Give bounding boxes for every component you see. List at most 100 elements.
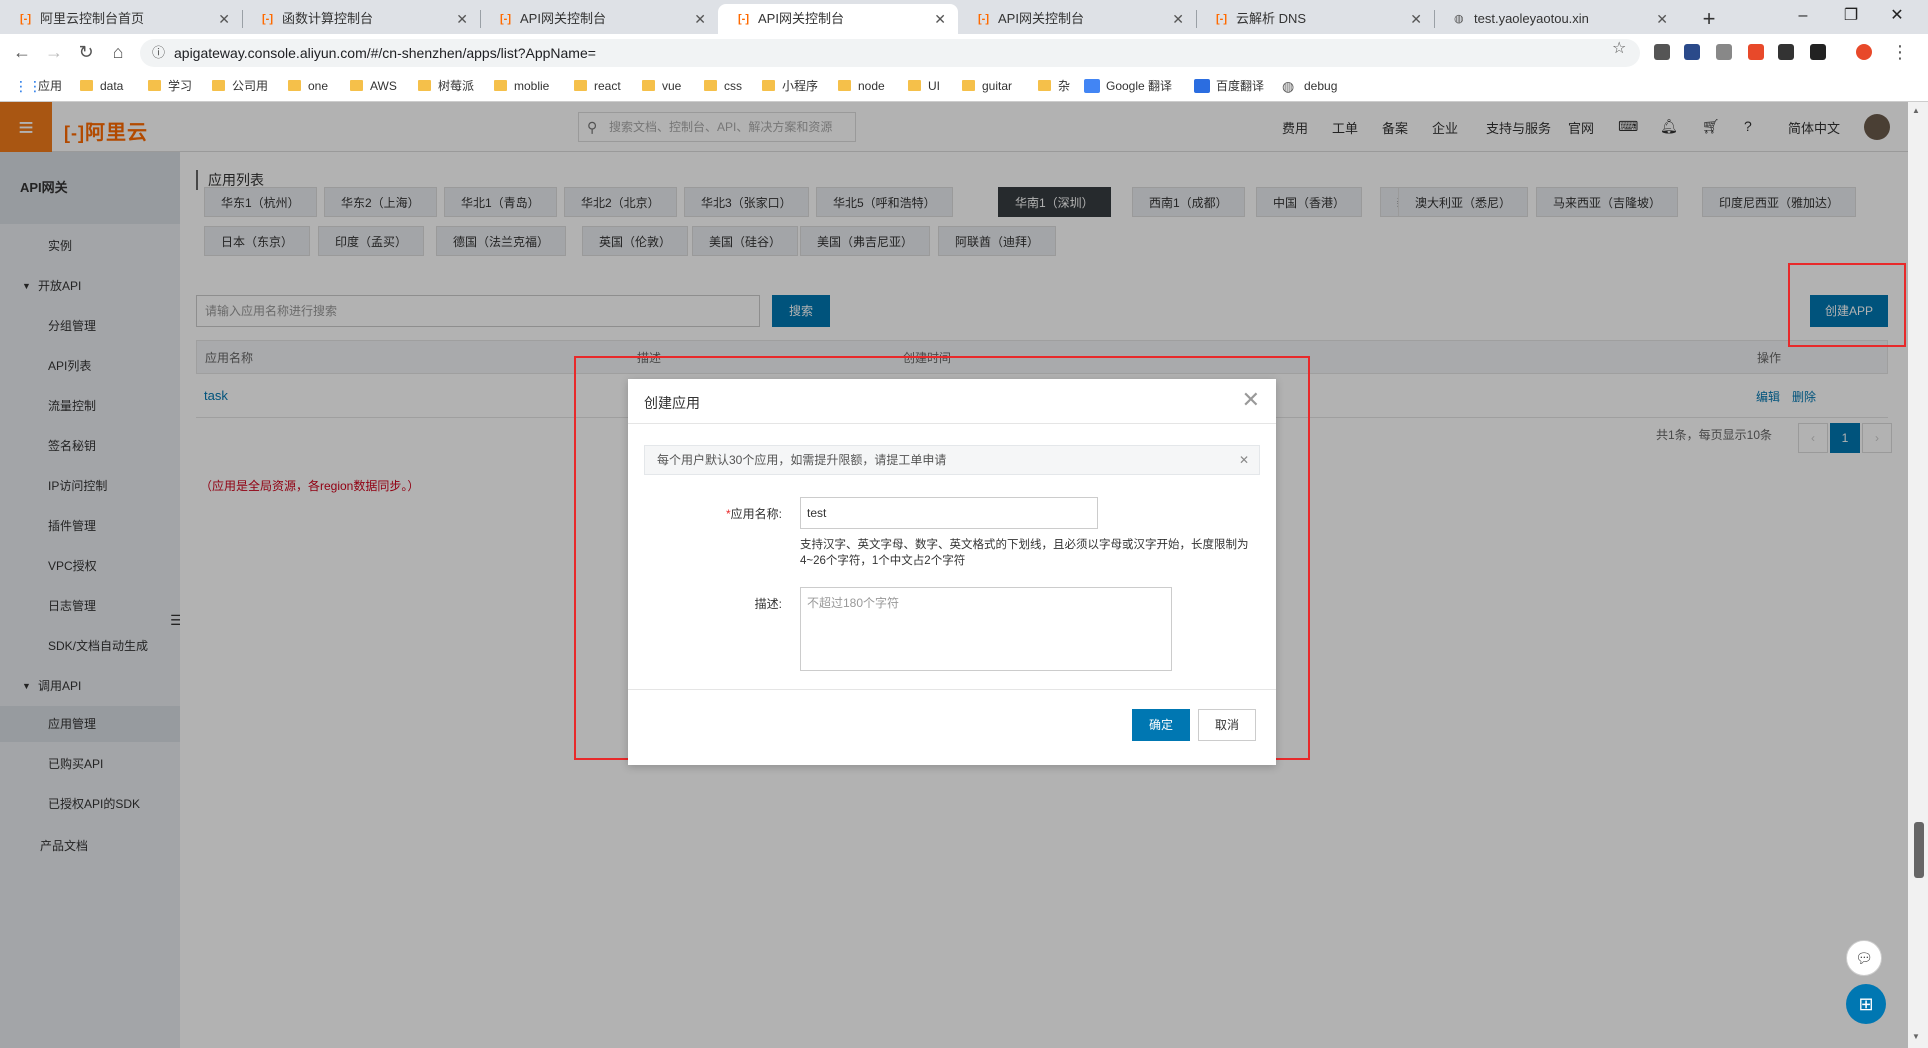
tab-api-gateway-3[interactable]: [-] API网关控制台 ✕ (958, 4, 1196, 34)
profile-icon[interactable] (1856, 44, 1872, 60)
address-bar: ← → ↻ ⌂ ⓘ apigateway.console.aliyun.com/#… (0, 34, 1928, 70)
folder-icon (418, 80, 431, 91)
folder-icon (80, 80, 93, 91)
divider (628, 689, 1276, 690)
folder-icon (288, 80, 301, 91)
restore-icon[interactable]: ❐ (1828, 2, 1874, 30)
close-icon[interactable]: ✕ (1656, 4, 1668, 34)
close-icon[interactable]: ✕ (218, 4, 230, 34)
folder-icon (704, 80, 717, 91)
extension-icon[interactable] (1716, 44, 1732, 60)
bookmark-folder[interactable]: 公司用 (212, 77, 268, 95)
bookmark-folder[interactable]: 杂 (1038, 77, 1070, 95)
bookmark-folder[interactable]: one (288, 77, 328, 95)
bookmark-apps[interactable]: ⋮⋮ 应用 (14, 77, 62, 95)
close-icon[interactable]: ✕ (934, 4, 946, 34)
extension-icon[interactable] (1778, 44, 1794, 60)
scroll-thumb[interactable] (1914, 822, 1924, 878)
window-close-icon[interactable]: ✕ (1874, 2, 1920, 30)
bookmark-baidu-translate[interactable]: 百度翻译 (1194, 77, 1264, 95)
new-tab-button[interactable]: + (1694, 4, 1724, 34)
aliyun-icon: [-] (1216, 13, 1227, 25)
confirm-button[interactable]: 确定 (1132, 709, 1190, 741)
close-icon[interactable]: ✕ (1242, 387, 1260, 413)
dialog-title: 创建应用 (644, 395, 700, 411)
app-name-hint: 支持汉字、英文字母、数字、英文格式的下划线，且必须以字母或汉字开始，长度限制为4… (800, 539, 1249, 567)
bookmark-folder[interactable]: moblie (494, 77, 549, 95)
bookmark-folder[interactable]: AWS (350, 77, 397, 95)
bookmark-google-translate[interactable]: Google 翻译 (1084, 77, 1172, 95)
folder-icon (762, 80, 775, 91)
alert-close-icon[interactable]: ✕ (1239, 446, 1249, 474)
extension-icon[interactable] (1748, 44, 1764, 60)
app-name-label: *应用名称: (725, 507, 782, 521)
folder-icon (1038, 80, 1051, 91)
bookmark-folder[interactable]: react (574, 77, 621, 95)
home-icon[interactable]: ⌂ (106, 40, 130, 64)
tab-function-compute[interactable]: [-] 函数计算控制台 ✕ (242, 4, 480, 34)
app-name-input[interactable]: test (800, 497, 1098, 529)
scroll-down-icon[interactable]: ▼ (1912, 1032, 1920, 1041)
aliyun-icon: [-] (738, 13, 749, 25)
google-translate-icon (1084, 79, 1100, 93)
bookmark-star-icon[interactable]: ☆ (1612, 38, 1626, 58)
tab-test-site[interactable]: ◍ test.yaoleyaotou.xin ✕ (1434, 4, 1680, 34)
baidu-translate-icon (1194, 79, 1210, 93)
bookmark-folder[interactable]: data (80, 77, 123, 95)
bookmark-folder[interactable]: guitar (962, 77, 1012, 95)
globe-icon: ◍ (1282, 78, 1295, 94)
back-icon[interactable]: ← (10, 40, 34, 64)
folder-icon (962, 80, 975, 91)
bookmarks-bar: ⋮⋮ 应用 data 学习 公司用 one AWS 树莓派 moblie reac… (0, 70, 1928, 102)
create-app-dialog: 创建应用 ✕ 每个用户默认30个应用，如需提升限额，请提工单申请 ✕ *应用名称:… (628, 379, 1276, 765)
tab-aliyun-home[interactable]: [-] 阿里云控制台首页 ✕ (0, 4, 242, 34)
chat-icon[interactable]: 💬︎ (1846, 940, 1882, 976)
tab-dns[interactable]: [-] 云解析 DNS ✕ (1196, 4, 1434, 34)
folder-icon (350, 80, 363, 91)
quota-alert: 每个用户默认30个应用，如需提升限额，请提工单申请 ✕ (644, 445, 1260, 475)
bookmark-folder[interactable]: 小程序 (762, 77, 818, 95)
folder-icon (642, 80, 655, 91)
tab-api-gateway-1[interactable]: [-] API网关控制台 ✕ (480, 4, 718, 34)
aliyun-icon: [-] (978, 13, 989, 25)
close-icon[interactable]: ✕ (1172, 4, 1184, 34)
bookmark-folder[interactable]: 学习 (148, 77, 192, 95)
reload-icon[interactable]: ↻ (74, 40, 98, 64)
folder-icon (212, 80, 225, 91)
bookmark-folder[interactable]: css (704, 77, 742, 95)
aliyun-icon: [-] (20, 13, 31, 25)
browser-tab-bar: [-] 阿里云控制台首页 ✕ [-] 函数计算控制台 ✕ [-] API网关控制台 ✕ [-… (0, 0, 1928, 34)
close-icon[interactable]: ✕ (694, 4, 706, 34)
folder-icon (148, 80, 161, 91)
forward-icon[interactable]: → (42, 40, 66, 64)
close-icon[interactable]: ✕ (456, 4, 468, 34)
close-icon[interactable]: ✕ (1410, 4, 1422, 34)
bookmark-folder[interactable]: UI (908, 77, 940, 95)
page-scrollbar[interactable]: ▲ ▼ (1908, 102, 1928, 1048)
bookmark-folder[interactable]: 树莓派 (418, 77, 474, 95)
folder-icon (574, 80, 587, 91)
scroll-up-icon[interactable]: ▲ (1912, 106, 1920, 115)
folder-icon (494, 80, 507, 91)
extension-icon[interactable] (1684, 44, 1700, 60)
menu-kebab-icon[interactable]: ⋮ (1888, 40, 1912, 64)
cancel-button[interactable]: 取消 (1198, 709, 1256, 741)
aliyun-icon: [-] (262, 13, 273, 25)
description-textarea[interactable]: 不超过180个字符 (800, 587, 1172, 671)
aliyun-icon: [-] (500, 13, 511, 25)
bookmark-folder[interactable]: vue (642, 77, 681, 95)
folder-icon (838, 80, 851, 91)
apps-grid-icon: ⋮⋮ (14, 78, 42, 94)
screen: [-] 阿里云控制台首页 ✕ [-] 函数计算控制台 ✕ [-] API网关控制台 ✕ [-… (0, 0, 1928, 1048)
folder-icon (908, 80, 921, 91)
divider (628, 423, 1276, 424)
bookmark-folder[interactable]: node (838, 77, 885, 95)
globe-icon: ◍ (1454, 13, 1464, 25)
minimize-icon[interactable]: – (1780, 2, 1826, 30)
bookmark-debug[interactable]: ◍ debug (1282, 77, 1337, 95)
app-grid-icon[interactable]: ⊞ (1846, 984, 1886, 1024)
tab-api-gateway-active[interactable]: [-] API网关控制台 ✕ (718, 4, 958, 34)
extension-icon[interactable] (1654, 44, 1670, 60)
url-input[interactable]: ⓘ apigateway.console.aliyun.com/#/cn-shen… (140, 39, 1640, 67)
extension-icon[interactable] (1810, 44, 1826, 60)
